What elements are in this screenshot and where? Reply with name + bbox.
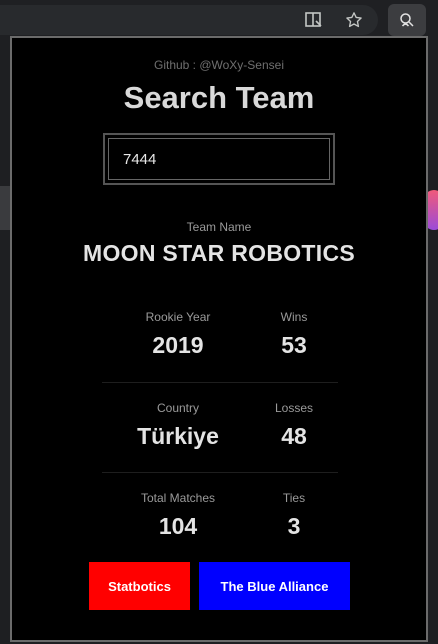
ties-value: 3: [287, 513, 301, 539]
search-box: [103, 133, 335, 185]
divider: [102, 382, 338, 383]
country-value: Türkiye: [137, 423, 219, 449]
team-name: MOON STAR ROBOTICS: [82, 240, 356, 266]
star-bookmark-icon[interactable]: [342, 8, 366, 32]
total-matches-value: 104: [158, 513, 198, 539]
ties-label: Ties: [282, 491, 306, 505]
github-credit: Github : @WoXy-Sensei: [153, 58, 284, 72]
statbotics-button[interactable]: Statbotics: [89, 562, 190, 610]
extension-popup: Github : @WoXy-Sensei Search Team Team N…: [10, 36, 428, 642]
reader-mode-icon[interactable]: [302, 8, 326, 32]
losses-label: Losses: [274, 401, 314, 415]
extension-icon[interactable]: [388, 4, 426, 36]
page-title: Search Team: [123, 80, 315, 115]
team-name-label: Team Name: [186, 220, 252, 234]
total-matches-label: Total Matches: [140, 491, 216, 505]
country-label: Country: [156, 401, 200, 415]
divider: [102, 472, 338, 473]
browser-toolbar: [0, 0, 438, 40]
rookie-year-value: 2019: [152, 332, 204, 358]
rookie-year-label: Rookie Year: [145, 310, 211, 324]
the-blue-alliance-button[interactable]: The Blue Alliance: [199, 562, 350, 610]
team-number-input[interactable]: [108, 138, 330, 180]
losses-value: 48: [281, 423, 307, 449]
wins-value: 53: [281, 332, 307, 358]
wins-label: Wins: [280, 310, 308, 324]
